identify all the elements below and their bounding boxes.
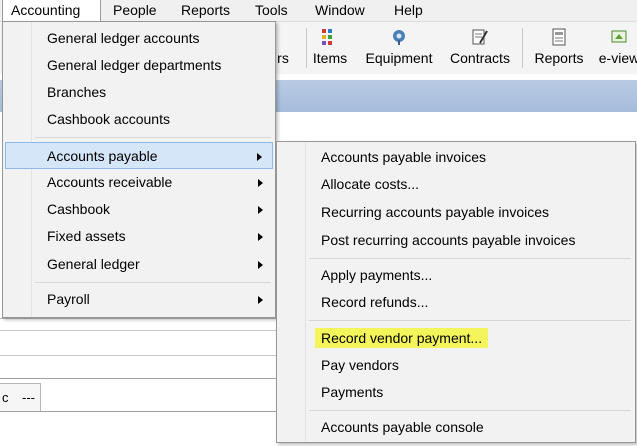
- submenu-arrow-icon: [258, 179, 263, 187]
- background-field[interactable]: [0, 330, 277, 356]
- accounts-payable-submenu: Accounts payable invoices Allocate costs…: [276, 141, 636, 443]
- menu-separator: [309, 320, 631, 321]
- submenu-item-record-vendor-payment[interactable]: Record vendor payment...: [279, 325, 633, 352]
- menu-item-accounts-payable[interactable]: Accounts payable: [5, 142, 273, 169]
- submenu-item-label: Apply payments...: [321, 267, 433, 283]
- menu-tools[interactable]: Tools: [255, 0, 288, 21]
- menu-item-label: Fixed assets: [47, 228, 126, 244]
- menu-window[interactable]: Window: [315, 0, 365, 21]
- submenu-item-recurring-invoices[interactable]: Recurring accounts payable invoices: [279, 199, 633, 226]
- menu-item-label: Payroll: [47, 291, 90, 307]
- menu-separator: [309, 258, 631, 259]
- submenu-item-pay-vendors[interactable]: Pay vendors: [279, 352, 633, 379]
- equipment-icon: [393, 30, 405, 45]
- submenu-item-record-refunds[interactable]: Record refunds...: [279, 289, 633, 316]
- menu-separator: [35, 137, 271, 138]
- menu-item-cashbook-accounts[interactable]: Cashbook accounts: [5, 106, 273, 133]
- menu-item-label: Branches: [47, 84, 107, 100]
- submenu-item-label: Record vendor payment...: [315, 325, 489, 352]
- submenu-arrow-icon: [258, 233, 263, 241]
- content-divider-2: [0, 378, 276, 379]
- menu-item-payroll[interactable]: Payroll: [5, 286, 273, 313]
- e-view-label: e-view: [598, 50, 637, 66]
- menu-item-label: General ledger: [47, 256, 140, 272]
- contracts-icon: [472, 29, 488, 45]
- menu-people[interactable]: People: [113, 0, 157, 21]
- toolbar-partial-label: rs: [277, 50, 289, 66]
- menu-item-label: Accounts receivable: [47, 174, 173, 190]
- submenu-item-label: Payments: [321, 384, 384, 400]
- submenu-arrow-icon: [258, 261, 263, 269]
- menu-reports[interactable]: Reports: [181, 0, 230, 21]
- submenu-item-label: Post recurring accounts payable invoices: [321, 232, 576, 248]
- menu-item-label: General ledger departments: [47, 57, 222, 73]
- menu-item-label: Cashbook: [47, 201, 111, 217]
- e-view-button[interactable]: e-view: [596, 24, 637, 72]
- items-icon: [322, 29, 332, 45]
- contracts-button[interactable]: Contracts: [448, 24, 512, 72]
- background-tab[interactable]: c ---: [0, 383, 41, 412]
- submenu-item-accounts-payable-invoices[interactable]: Accounts payable invoices: [279, 144, 633, 171]
- submenu-item-label: Pay vendors: [321, 357, 399, 373]
- menu-item-general-ledger-accounts[interactable]: General ledger accounts: [5, 25, 273, 52]
- submenu-item-label: Accounts payable invoices: [321, 149, 486, 165]
- menu-item-general-ledger-departments[interactable]: General ledger departments: [5, 52, 273, 79]
- equipment-button[interactable]: Equipment: [361, 24, 437, 72]
- e-view-icon: [611, 30, 627, 43]
- items-button[interactable]: Items: [311, 24, 349, 72]
- submenu-item-accounts-payable-console[interactable]: Accounts payable console: [279, 414, 633, 441]
- menu-bar: Accounting People Reports Tools Window H…: [0, 0, 637, 22]
- submenu-arrow-icon: [258, 296, 263, 304]
- menu-item-cashbook[interactable]: Cashbook: [5, 196, 273, 223]
- submenu-arrow-icon: [258, 206, 263, 214]
- tab-text-a: c: [2, 390, 9, 405]
- content-divider-3: [0, 411, 276, 412]
- menu-item-fixed-assets[interactable]: Fixed assets: [5, 223, 273, 250]
- submenu-item-apply-payments[interactable]: Apply payments...: [279, 262, 633, 289]
- menu-item-label: General ledger accounts: [47, 30, 200, 46]
- menu-item-general-ledger[interactable]: General ledger: [5, 251, 273, 278]
- submenu-item-label: Recurring accounts payable invoices: [321, 204, 550, 220]
- reports-icon: [552, 28, 566, 46]
- menu-help[interactable]: Help: [394, 0, 423, 21]
- reports-button[interactable]: Reports: [531, 24, 587, 72]
- submenu-item-payments[interactable]: Payments: [279, 379, 633, 406]
- menu-item-accounts-receivable[interactable]: Accounts receivable: [5, 169, 273, 196]
- submenu-item-label: Accounts payable console: [321, 419, 484, 435]
- highlighted-text: Record vendor payment...: [315, 328, 489, 348]
- submenu-item-post-recurring-invoices[interactable]: Post recurring accounts payable invoices: [279, 227, 633, 254]
- tab-text-b: ---: [22, 390, 35, 405]
- menu-item-branches[interactable]: Branches: [5, 79, 273, 106]
- accounting-menu: General ledger accounts General ledger d…: [2, 21, 276, 318]
- submenu-arrow-icon: [257, 153, 262, 161]
- submenu-item-label: Record refunds...: [321, 294, 429, 310]
- submenu-item-allocate-costs[interactable]: Allocate costs...: [279, 171, 633, 198]
- menu-separator: [35, 282, 271, 283]
- menu-separator: [309, 410, 631, 411]
- reports-label: Reports: [534, 50, 584, 66]
- menu-accounting[interactable]: Accounting: [2, 0, 101, 21]
- equipment-label: Equipment: [365, 50, 433, 66]
- submenu-item-label: Allocate costs...: [321, 176, 420, 192]
- contracts-label: Contracts: [450, 50, 510, 66]
- content-divider: [0, 318, 276, 319]
- menu-item-label: Accounts payable: [47, 148, 158, 164]
- items-label: Items: [312, 50, 348, 66]
- menu-item-label: Cashbook accounts: [47, 111, 170, 127]
- toolbar-partial-button[interactable]: rs: [274, 24, 292, 72]
